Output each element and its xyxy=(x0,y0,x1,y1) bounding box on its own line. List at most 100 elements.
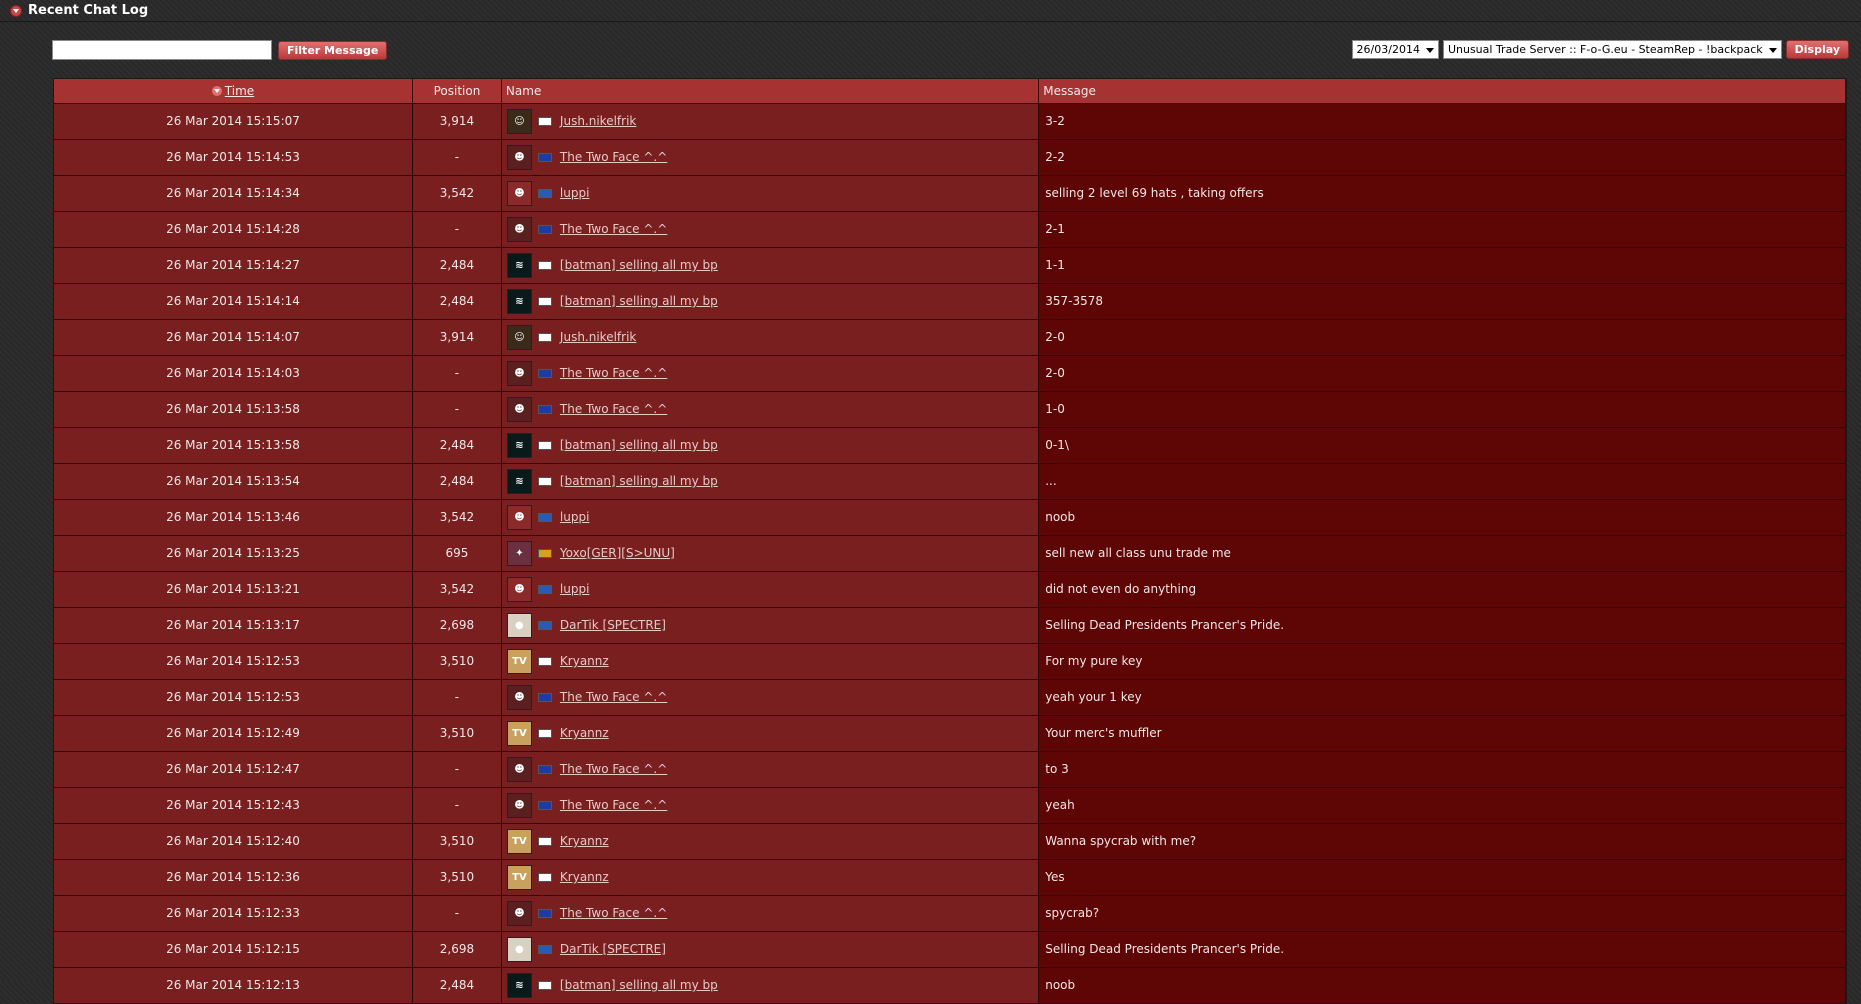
avatar[interactable]: ≋ xyxy=(506,288,532,314)
cell-message: For my pure key xyxy=(1038,643,1846,679)
cell-message: ... xyxy=(1038,463,1846,499)
avatar[interactable]: ≋ xyxy=(506,972,532,998)
cell-message: did not even do anything xyxy=(1038,571,1846,607)
server-select[interactable]: Unusual Trade Server :: F-o-G.eu - Steam… xyxy=(1442,40,1782,59)
table-row: 26 Mar 2014 15:12:33- ☻ The Two Face ^.^ sp… xyxy=(54,895,1846,931)
avatar[interactable]: ✦ xyxy=(506,540,532,566)
country-flag-icon xyxy=(537,728,552,738)
country-flag-icon xyxy=(537,620,552,630)
sort-time-link[interactable]: Time xyxy=(225,84,254,98)
player-name-link[interactable]: Kryannz xyxy=(560,654,609,668)
column-header-time[interactable]: Time xyxy=(54,79,413,103)
cell-name: ☻ luppi xyxy=(501,571,1040,607)
player-name-link[interactable]: The Two Face ^.^ xyxy=(560,366,667,380)
player-name-link[interactable]: DarTik [SPECTRE] xyxy=(560,618,666,632)
sort-desc-icon[interactable] xyxy=(211,85,222,96)
player-name-link[interactable]: The Two Face ^.^ xyxy=(560,906,667,920)
country-flag-icon xyxy=(537,692,552,702)
cell-time: 26 Mar 2014 15:12:40 xyxy=(54,823,413,859)
player-name-link[interactable]: luppi xyxy=(560,582,590,596)
cell-name: ☻ The Two Face ^.^ xyxy=(501,211,1040,247)
player-name-link[interactable]: The Two Face ^.^ xyxy=(560,222,667,236)
country-flag-icon xyxy=(537,764,552,774)
cell-time: 26 Mar 2014 15:14:34 xyxy=(54,175,413,211)
cell-time: 26 Mar 2014 15:13:58 xyxy=(54,391,413,427)
player-name-link[interactable]: The Two Face ^.^ xyxy=(560,798,667,812)
player-name-link[interactable]: Kryannz xyxy=(560,834,609,848)
avatar[interactable]: ≋ xyxy=(506,468,532,494)
table-row: 26 Mar 2014 15:14:07 3,914 ☺ Jush.nikelfrik… xyxy=(54,319,1846,355)
player-name-link[interactable]: Kryannz xyxy=(560,726,609,740)
avatar[interactable]: ☻ xyxy=(506,144,532,170)
player-name-link[interactable]: [batman] selling all my bp xyxy=(560,258,718,272)
avatar[interactable]: TV xyxy=(506,648,532,674)
player-name-link[interactable]: The Two Face ^.^ xyxy=(560,690,667,704)
avatar[interactable]: ☻ xyxy=(506,180,532,206)
player-name-link[interactable]: Jush.nikelfrik xyxy=(560,330,636,344)
country-flag-icon xyxy=(537,512,552,522)
cell-time: 26 Mar 2014 15:12:49 xyxy=(54,715,413,751)
player-name-link[interactable]: luppi xyxy=(560,510,590,524)
avatar[interactable]: ≋ xyxy=(506,252,532,278)
table-row: 26 Mar 2014 15:13:58 2,484 ≋ [batman] selli… xyxy=(54,427,1846,463)
display-button[interactable]: Display xyxy=(1785,40,1849,59)
cell-name: ☻ The Two Face ^.^ xyxy=(501,895,1040,931)
avatar[interactable]: ≋ xyxy=(506,432,532,458)
cell-message: Your merc's muffler xyxy=(1038,715,1846,751)
cell-position: - xyxy=(412,355,502,391)
avatar[interactable]: ☻ xyxy=(506,792,532,818)
cell-name: ≋ [batman] selling all my bp xyxy=(501,247,1040,283)
player-name-link[interactable]: [batman] selling all my bp xyxy=(560,438,718,452)
cell-name: ☻ The Two Face ^.^ xyxy=(501,139,1040,175)
cell-time: 26 Mar 2014 15:14:27 xyxy=(54,247,413,283)
cell-name: TV Kryannz xyxy=(501,823,1040,859)
player-name-link[interactable]: Jush.nikelfrik xyxy=(560,114,636,128)
cell-time: 26 Mar 2014 15:12:33 xyxy=(54,895,413,931)
collapse-icon[interactable] xyxy=(10,4,22,17)
country-flag-icon xyxy=(537,656,552,666)
avatar[interactable]: ☻ xyxy=(506,684,532,710)
avatar[interactable]: ● xyxy=(506,612,532,638)
filter-message-button[interactable]: Filter Message xyxy=(278,40,388,60)
player-name-link[interactable]: Yoxo[GER][S>UNU] xyxy=(560,546,675,560)
panel-header[interactable]: Recent Chat Log xyxy=(0,0,1861,22)
cell-time: 26 Mar 2014 15:13:21 xyxy=(54,571,413,607)
avatar[interactable]: ☻ xyxy=(506,216,532,242)
player-name-link[interactable]: DarTik [SPECTRE] xyxy=(560,942,666,956)
table-row: 26 Mar 2014 15:12:13 2,484 ≋ [batman] selli… xyxy=(54,967,1846,1003)
column-header-position: Position xyxy=(412,79,502,103)
date-select[interactable]: 26/03/2014 xyxy=(1351,40,1439,59)
avatar[interactable]: ☻ xyxy=(506,360,532,386)
player-name-link[interactable]: luppi xyxy=(560,186,590,200)
avatar[interactable]: ☻ xyxy=(506,756,532,782)
avatar[interactable]: TV xyxy=(506,720,532,746)
country-flag-icon xyxy=(537,476,552,486)
server-select-value: Unusual Trade Server :: F-o-G.eu - Steam… xyxy=(1447,43,1763,56)
avatar[interactable]: ☻ xyxy=(506,504,532,530)
cell-time: 26 Mar 2014 15:13:58 xyxy=(54,427,413,463)
chat-log-table: Time Position Name Message 26 Mar 2014 1… xyxy=(53,78,1847,1004)
avatar[interactable]: ☻ xyxy=(506,396,532,422)
avatar[interactable]: TV xyxy=(506,828,532,854)
cell-name: ☺ Jush.nikelfrik xyxy=(501,319,1040,355)
table-row: 26 Mar 2014 15:13:25 695 ✦ Yoxo[GER][S>UNU]… xyxy=(54,535,1846,571)
player-name-link[interactable]: Kryannz xyxy=(560,870,609,884)
cell-message: 2-0 xyxy=(1038,319,1846,355)
avatar[interactable]: ☻ xyxy=(506,576,532,602)
player-name-link[interactable]: [batman] selling all my bp xyxy=(560,978,718,992)
cell-position: 2,484 xyxy=(412,967,502,1003)
filter-input[interactable] xyxy=(52,40,272,60)
avatar[interactable]: ☺ xyxy=(506,324,532,350)
cell-position: 2,698 xyxy=(412,607,502,643)
avatar[interactable]: ☻ xyxy=(506,900,532,926)
table-row: 26 Mar 2014 15:12:36 3,510 TV Kryannz Yes xyxy=(54,859,1846,895)
player-name-link[interactable]: The Two Face ^.^ xyxy=(560,402,667,416)
player-name-link[interactable]: The Two Face ^.^ xyxy=(560,150,667,164)
player-name-link[interactable]: [batman] selling all my bp xyxy=(560,294,718,308)
avatar[interactable]: ● xyxy=(506,936,532,962)
table-row: 26 Mar 2014 15:12:43- ☻ The Two Face ^.^ ye… xyxy=(54,787,1846,823)
player-name-link[interactable]: [batman] selling all my bp xyxy=(560,474,718,488)
avatar[interactable]: TV xyxy=(506,864,532,890)
avatar[interactable]: ☺ xyxy=(506,108,532,134)
player-name-link[interactable]: The Two Face ^.^ xyxy=(560,762,667,776)
